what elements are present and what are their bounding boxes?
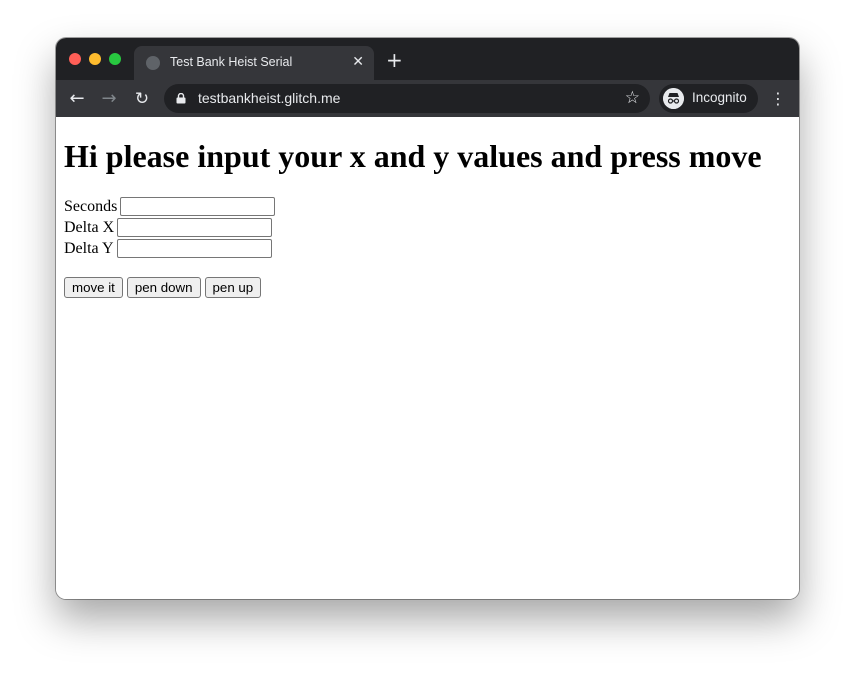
close-tab-icon[interactable]: ✕ (352, 54, 364, 70)
lock-icon (176, 93, 186, 104)
bookmark-star-icon[interactable]: ☆ (625, 88, 640, 108)
new-tab-button[interactable]: + (386, 50, 403, 70)
incognito-icon (663, 88, 684, 109)
more-menu-icon[interactable]: ⋮ (770, 88, 786, 110)
seconds-label: Seconds (64, 198, 118, 215)
address-bar[interactable]: testbankheist.glitch.me ☆ (164, 84, 650, 113)
delta-x-input[interactable] (117, 218, 273, 237)
page-content: Hi please input your x and y values and … (64, 117, 791, 298)
browser-window: Test Bank Heist Serial ✕ + ← → ↻ testban… (56, 38, 799, 599)
url-text: testbankheist.glitch.me (198, 90, 341, 106)
globe-icon (146, 56, 160, 70)
move-form: Seconds Delta X Delta Y (64, 196, 791, 259)
minimize-window-button[interactable] (89, 53, 101, 65)
delta-y-label: Delta Y (64, 240, 114, 257)
seconds-input[interactable] (120, 197, 276, 216)
forward-button[interactable]: → (98, 88, 120, 110)
page-viewport: Hi please input your x and y values and … (56, 117, 799, 599)
pen-down-button[interactable]: pen down (126, 277, 201, 298)
tab-title: Test Bank Heist Serial (170, 55, 293, 69)
close-window-button[interactable] (69, 53, 81, 65)
profile-label: Incognito (692, 90, 747, 105)
browser-toolbar: ← → ↻ testbankheist.glitch.me ☆ Incognit… (56, 80, 799, 117)
seconds-row: Seconds (64, 196, 791, 217)
pen-up-button[interactable]: pen up (204, 277, 262, 298)
back-button[interactable]: ← (66, 88, 88, 110)
delta-x-row: Delta X (64, 217, 791, 238)
delta-y-input[interactable] (116, 239, 272, 258)
maximize-window-button[interactable] (109, 53, 121, 65)
profile-button[interactable]: Incognito (659, 84, 758, 113)
reload-button[interactable]: ↻ (131, 88, 153, 110)
action-buttons: move it pen down pen up (64, 277, 791, 298)
page-title: Hi please input your x and y values and … (64, 138, 762, 174)
browser-tab[interactable]: Test Bank Heist Serial ✕ (134, 46, 374, 80)
move-it-button[interactable]: move it (64, 277, 123, 298)
delta-y-row: Delta Y (64, 238, 791, 259)
tab-strip: Test Bank Heist Serial ✕ + (56, 38, 799, 80)
delta-x-label: Delta X (64, 219, 115, 236)
